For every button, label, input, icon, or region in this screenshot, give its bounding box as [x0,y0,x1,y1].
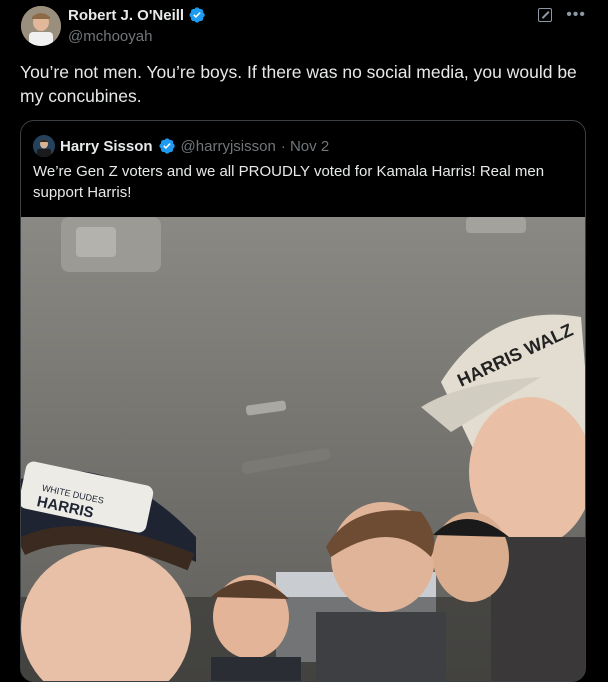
verified-badge-icon [189,7,205,23]
quoted-verified-badge-icon [159,138,175,154]
tweet: Robert J. O'Neill @mchooyah ••• You’re n… [0,0,608,682]
quoted-author-name[interactable]: Harry Sisson [60,138,153,155]
tweet-text: You’re not men. You’re boys. If there wa… [20,62,577,106]
quoted-tweet[interactable]: Harry Sisson @harryjsisson · Nov 2 We’re… [20,120,586,682]
car-selfie-image: HARRIS WALZ WHITE DUDES HARRIS [21,217,585,681]
quoted-author-avatar[interactable] [33,135,55,157]
quoted-author-handle[interactable]: @harryjsisson [181,138,276,155]
author-name[interactable]: Robert J. O'Neill [68,7,184,24]
tweet-actions: ••• [538,7,586,23]
quoted-tweet-text: We’re Gen Z voters and we all PROUDLY vo… [33,163,545,201]
author-handle[interactable]: @mchooyah [68,28,152,45]
quoted-tweet-header: Harry Sisson @harryjsisson · Nov 2 [33,135,329,157]
author-avatar[interactable] [21,6,61,46]
grok-icon[interactable] [538,8,553,22]
quoted-tweet-photo[interactable]: HARRIS WALZ WHITE DUDES HARRIS [21,217,585,681]
author-name-row[interactable]: Robert J. O'Neill [68,6,206,24]
quoted-tweet-date[interactable]: · Nov 2 [281,138,329,155]
more-options-icon[interactable]: ••• [566,7,586,23]
